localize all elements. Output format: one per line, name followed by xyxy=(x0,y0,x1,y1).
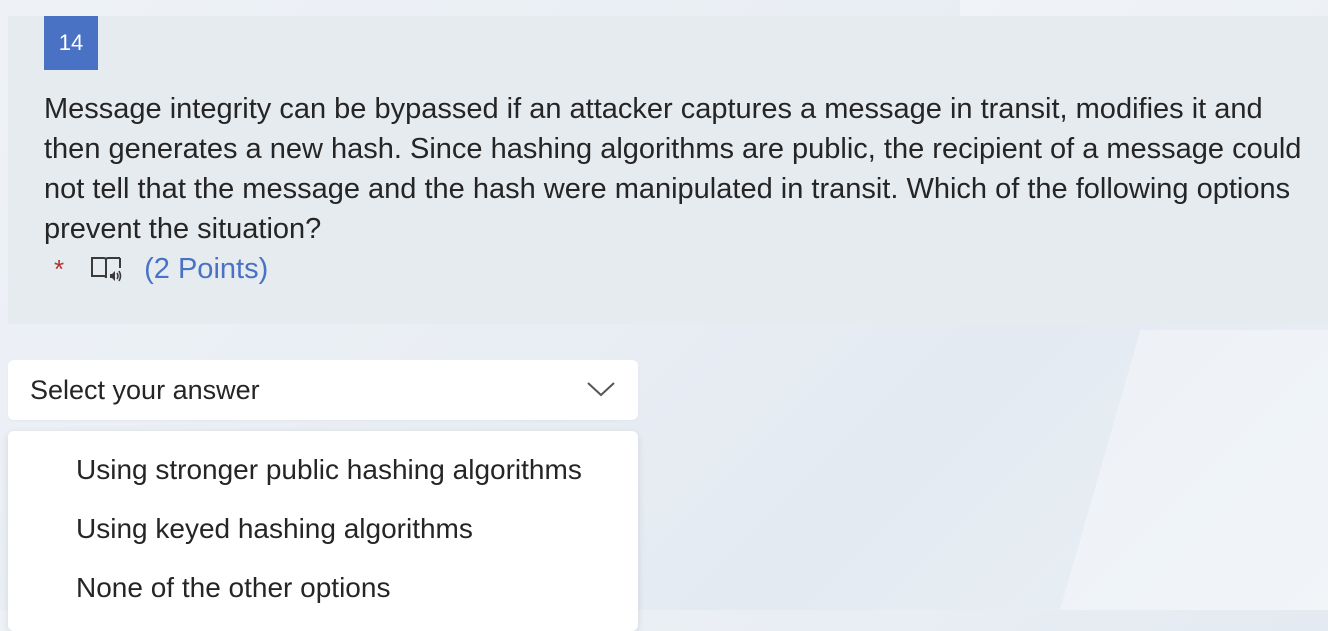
question-text: Message integrity can be bypassed if an … xyxy=(44,93,1302,245)
answer-dropdown-placeholder: Select your answer xyxy=(30,375,260,405)
immersive-reader-icon[interactable] xyxy=(90,254,124,284)
answer-option[interactable]: Using stronger public hashing algorithms xyxy=(76,450,582,490)
chevron-down-icon[interactable] xyxy=(586,378,616,400)
background-decoration xyxy=(1060,330,1328,610)
question-card: 14 Message integrity can be bypassed if … xyxy=(8,16,1328,324)
background-decoration xyxy=(960,0,1328,16)
required-marker: * xyxy=(54,253,65,284)
answer-option[interactable]: None of the other options xyxy=(76,568,390,608)
answer-options-list: Using stronger public hashing algorithms… xyxy=(8,431,638,631)
answer-option[interactable]: Using keyed hashing algorithms xyxy=(76,509,473,549)
points-label: (2 Points) xyxy=(144,252,269,285)
question-number-badge: 14 xyxy=(44,16,98,70)
answer-dropdown[interactable]: Select your answer xyxy=(8,360,638,420)
question-meta: * (2 Points) xyxy=(44,249,268,289)
